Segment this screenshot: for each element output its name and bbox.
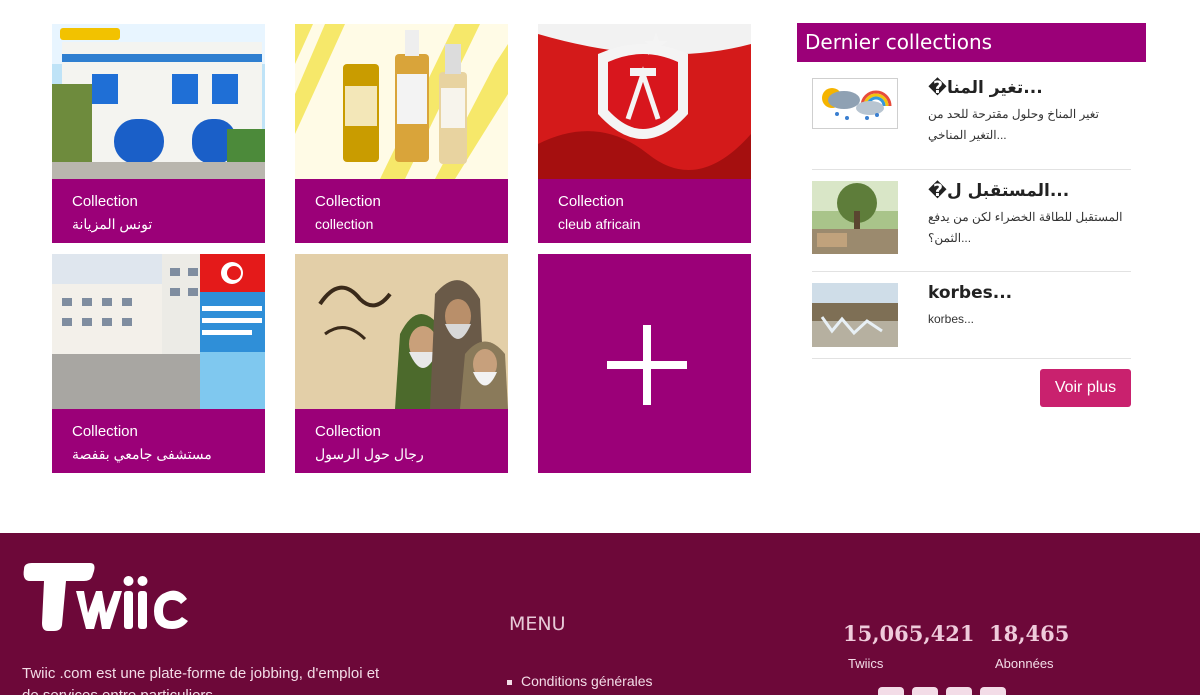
- footer-about-text: Twiic .com est une plate-forme de jobbin…: [22, 665, 380, 695]
- entry-description: المستقبل للطاقة الخضراء لكن من يدفع الثم…: [928, 210, 1123, 245]
- collection-name: تونس المزيانة: [72, 216, 153, 232]
- collection-card[interactable]: Collection رجال حول الرسول: [295, 254, 508, 473]
- entry-thumbnail: [812, 283, 898, 347]
- footer-menu-title: MENU: [509, 613, 566, 635]
- footer-menu-item[interactable]: Conditions générales: [507, 673, 653, 689]
- collection-type: Collection: [72, 423, 138, 440]
- collection-name: collection: [315, 216, 374, 232]
- collection-thumbnail: [52, 24, 265, 179]
- collection-type: Collection: [558, 193, 624, 210]
- collection-thumbnail: [52, 254, 265, 409]
- stat-twiics-label: Twiics: [848, 656, 884, 671]
- stat-abonnees-count: 18,465: [989, 621, 1070, 646]
- collection-type: Collection: [315, 423, 381, 440]
- add-collection-button[interactable]: [538, 254, 751, 473]
- facebook-icon[interactable]: f: [878, 687, 904, 695]
- collection-name: مستشفى جامعي بقفصة: [72, 446, 212, 462]
- footer: Twiic .com est une plate-forme de jobbin…: [0, 533, 1200, 695]
- page: Collection تونس المزيانة Collection coll…: [0, 0, 1200, 695]
- entry-thumbnail: [812, 78, 898, 129]
- instagram-icon[interactable]: ◎: [912, 687, 938, 695]
- linkedin-icon[interactable]: in: [980, 687, 1006, 695]
- collection-type: Collection: [315, 193, 381, 210]
- stat-abonnees-label: Abonnées: [995, 656, 1054, 671]
- twiic-logo[interactable]: [22, 561, 192, 633]
- entry-title[interactable]: korbes...: [928, 283, 1128, 303]
- collection-caption: Collection تونس المزيانة: [52, 179, 265, 243]
- collection-caption: Collection رجال حول الرسول: [295, 409, 508, 473]
- entry-title[interactable]: �المستقبل ل...: [928, 181, 1128, 201]
- menu-item-label[interactable]: Conditions générales: [521, 673, 653, 689]
- collection-card[interactable]: Collection مستشفى جامعي بقفصة: [52, 254, 265, 473]
- collection-thumbnail: [295, 254, 508, 409]
- collection-name: رجال حول الرسول: [315, 446, 424, 462]
- collection-caption: Collection collection: [295, 179, 508, 243]
- collection-list-item[interactable]: �المستقبل ل... المستقبل للطاقة الخضراء ل…: [812, 181, 1131, 272]
- collection-name: cleub africain: [558, 216, 641, 232]
- collection-caption: Collection cleub africain: [538, 179, 751, 243]
- twitter-icon[interactable]: t: [946, 687, 972, 695]
- bullet-icon: [507, 679, 512, 685]
- collection-caption: Collection مستشفى جامعي بقفصة: [52, 409, 265, 473]
- collection-type: Collection: [72, 193, 138, 210]
- collection-card[interactable]: Collection collection: [295, 24, 508, 243]
- sidebar-title: Dernier collections: [797, 23, 1146, 62]
- collection-list-item[interactable]: korbes... korbes...: [812, 283, 1131, 359]
- stat-twiics-count: 15,065,421: [843, 621, 975, 646]
- collection-card[interactable]: Collection تونس المزيانة: [52, 24, 265, 243]
- collection-list-item[interactable]: �تغير المنا... تغير المناخ وحلول مقترحة …: [812, 78, 1131, 170]
- entry-thumbnail: [812, 181, 898, 254]
- collection-thumbnail: [295, 24, 508, 179]
- voir-plus-button[interactable]: Voir plus: [1040, 369, 1131, 407]
- entry-title[interactable]: �تغير المنا...: [928, 78, 1128, 98]
- collection-thumbnail: [538, 24, 751, 179]
- entry-description: تغير المناخ وحلول مقترحة للحد من التغير …: [928, 107, 1099, 142]
- entry-description: korbes...: [928, 312, 975, 326]
- collection-card[interactable]: Collection cleub africain: [538, 24, 751, 243]
